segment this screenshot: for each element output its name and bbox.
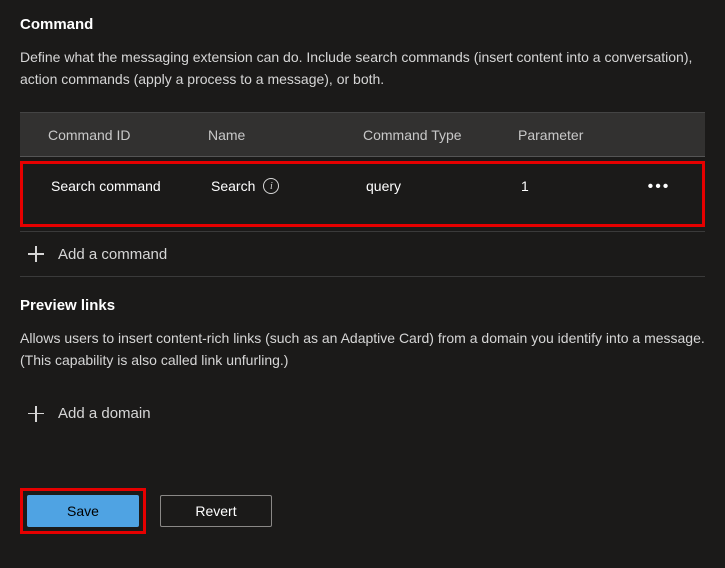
- cell-command-id: Search command: [51, 178, 211, 194]
- command-row-highlighted: Search command Search i query 1 •••: [20, 161, 705, 227]
- cell-parameter: 1: [521, 178, 631, 194]
- col-name: Name: [208, 127, 363, 143]
- save-button[interactable]: Save: [27, 495, 139, 527]
- cell-name-text: Search: [211, 178, 255, 194]
- button-bar: Save Revert: [20, 488, 705, 534]
- revert-button[interactable]: Revert: [160, 495, 272, 527]
- preview-description: Allows users to insert content-rich link…: [20, 328, 705, 371]
- add-domain-button[interactable]: Add a domain: [20, 394, 705, 434]
- plus-icon: [28, 406, 44, 422]
- preview-heading: Preview links: [20, 297, 705, 314]
- col-command-id: Command ID: [48, 127, 208, 143]
- add-command-label: Add a command: [58, 246, 167, 263]
- command-table: Command ID Name Command Type Parameter S…: [20, 112, 705, 277]
- info-icon[interactable]: i: [263, 178, 279, 194]
- col-parameter: Parameter: [518, 127, 628, 143]
- command-heading: Command: [20, 16, 705, 33]
- add-domain-label: Add a domain: [58, 405, 151, 422]
- col-command-type: Command Type: [363, 127, 518, 143]
- add-command-button[interactable]: Add a command: [20, 231, 705, 277]
- save-button-highlight: Save: [20, 488, 146, 534]
- table-row[interactable]: Search command Search i query 1 •••: [23, 164, 702, 224]
- cell-name: Search i: [211, 178, 366, 194]
- command-table-header: Command ID Name Command Type Parameter: [20, 113, 705, 157]
- command-description: Define what the messaging extension can …: [20, 47, 705, 90]
- cell-command-type: query: [366, 178, 521, 194]
- plus-icon: [28, 246, 44, 262]
- more-icon[interactable]: •••: [631, 178, 687, 196]
